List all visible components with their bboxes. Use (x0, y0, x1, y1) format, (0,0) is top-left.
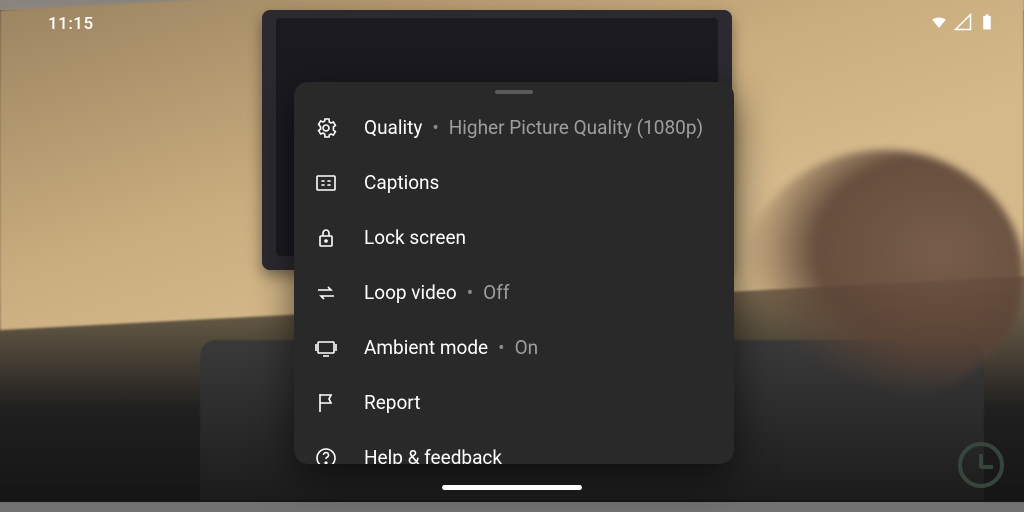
loop-icon (314, 281, 364, 305)
menu-item-quality[interactable]: Quality • Higher Picture Quality (1080p) (294, 100, 734, 155)
menu-item-label: Report (364, 391, 420, 414)
drag-handle[interactable] (495, 90, 533, 94)
captions-icon (314, 171, 364, 195)
menu-item-value: Off (483, 281, 509, 304)
status-bar: 11:15 (0, 0, 1024, 48)
help-icon (314, 446, 364, 465)
menu-item-label: Quality (364, 116, 422, 139)
menu-item-value: On (515, 336, 539, 359)
gesture-nav-bar[interactable] (442, 485, 582, 490)
menu-item-label: Ambient mode (364, 336, 488, 359)
lock-icon (314, 226, 364, 250)
menu-item-value: Higher Picture Quality (1080p) (449, 116, 703, 139)
menu-item-captions[interactable]: Captions (294, 155, 734, 210)
menu-item-lock-screen[interactable]: Lock screen (294, 210, 734, 265)
menu-item-loop-video[interactable]: Loop video • Off (294, 265, 734, 320)
status-time: 11:15 (48, 14, 94, 34)
wifi-icon (930, 13, 948, 36)
menu-item-ambient-mode[interactable]: Ambient mode • On (294, 320, 734, 375)
menu-item-report[interactable]: Report (294, 375, 734, 430)
menu-item-label: Captions (364, 171, 439, 194)
separator-dot: • (467, 281, 473, 304)
menu-item-label: Help & feedback (364, 446, 502, 464)
flag-icon (314, 391, 364, 415)
separator-dot: • (432, 116, 438, 139)
gear-icon (314, 116, 364, 140)
player-settings-sheet: Quality • Higher Picture Quality (1080p)… (294, 82, 734, 464)
separator-dot: • (498, 336, 504, 359)
menu-item-label: Loop video (364, 281, 457, 304)
ambient-icon (314, 336, 364, 360)
battery-icon (978, 13, 996, 36)
menu-item-help-feedback[interactable]: Help & feedback (294, 430, 734, 464)
watermark-clock-icon (958, 442, 1004, 488)
menu-item-label: Lock screen (364, 226, 466, 249)
signal-icon (954, 13, 972, 36)
